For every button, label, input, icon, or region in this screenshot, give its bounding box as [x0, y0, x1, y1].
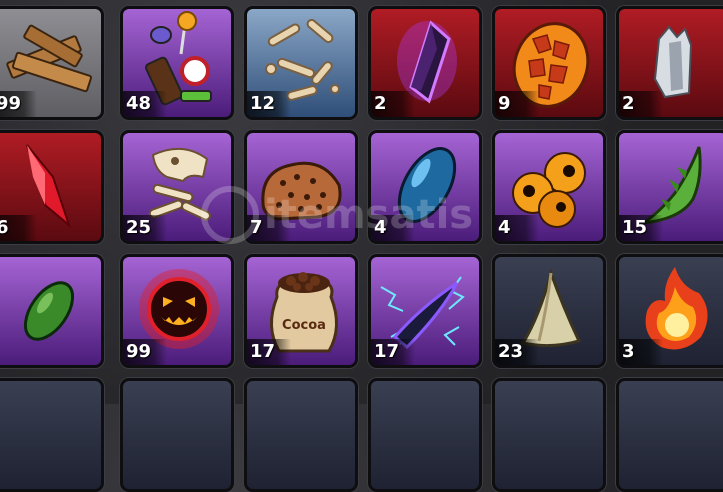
inventory-slot-cocoa-sack[interactable]: Cocoa 17: [244, 254, 358, 368]
item-count: 2: [371, 91, 415, 117]
inventory-slot-orange-eyeballs[interactable]: 4: [492, 130, 606, 244]
inventory-slot-lava-egg[interactable]: 9: [492, 6, 606, 120]
inventory-slot-wooden-planks[interactable]: 99: [0, 6, 104, 120]
inventory-slot-silver-shard[interactable]: 2: [616, 6, 723, 120]
inventory-slot-blue-seed[interactable]: 4: [368, 130, 482, 244]
item-count: 12: [247, 91, 291, 117]
item-count: 17: [247, 339, 291, 365]
inventory-slot-fireball[interactable]: 3: [616, 254, 723, 368]
item-count: 4: [371, 215, 415, 241]
item-count: 23: [495, 339, 539, 365]
inventory-slot-partial[interactable]: [0, 378, 104, 492]
item-count: 25: [123, 215, 167, 241]
item-count: 99: [123, 339, 167, 365]
inventory-slot-cookie-rock[interactable]: 7: [244, 130, 358, 244]
item-count: 15: [619, 215, 663, 241]
item-count: 99: [0, 91, 37, 117]
inventory-slot-bones[interactable]: 12: [244, 6, 358, 120]
inventory-slot-partial[interactable]: [244, 378, 358, 492]
green-seed-icon: [23, 281, 75, 341]
item-count: 17: [371, 339, 415, 365]
item-count: 7: [247, 215, 291, 241]
inventory-slot-shark-tooth[interactable]: 23: [492, 254, 606, 368]
inventory-slot-lightning-blade[interactable]: 17: [368, 254, 482, 368]
inventory-slot-red-crystal[interactable]: 6: [0, 130, 104, 244]
item-count: 48: [123, 91, 167, 117]
inventory-slot-green-seed[interactable]: [0, 254, 104, 368]
inventory-slot-dark-crystal[interactable]: 2: [368, 6, 482, 120]
item-count: 3: [619, 339, 663, 365]
item-count: 2: [619, 91, 663, 117]
inventory-slot-partial[interactable]: [368, 378, 482, 492]
inventory-slot-dinosaur-fossil[interactable]: 25: [120, 130, 234, 244]
item-count: 4: [495, 215, 539, 241]
inventory-slot-green-spiky-horn[interactable]: 15: [616, 130, 723, 244]
inventory-slot-partial[interactable]: [492, 378, 606, 492]
item-count: 6: [0, 215, 37, 241]
inventory-slot-partial[interactable]: [616, 378, 723, 492]
inventory-slot-partial[interactable]: [120, 378, 234, 492]
item-count: 9: [495, 91, 539, 117]
inventory-slot-candy[interactable]: 48: [120, 6, 234, 120]
inventory-slot-jack-o-lantern-orb[interactable]: 99: [120, 254, 234, 368]
cocoa-sack-label: Cocoa: [282, 318, 326, 333]
